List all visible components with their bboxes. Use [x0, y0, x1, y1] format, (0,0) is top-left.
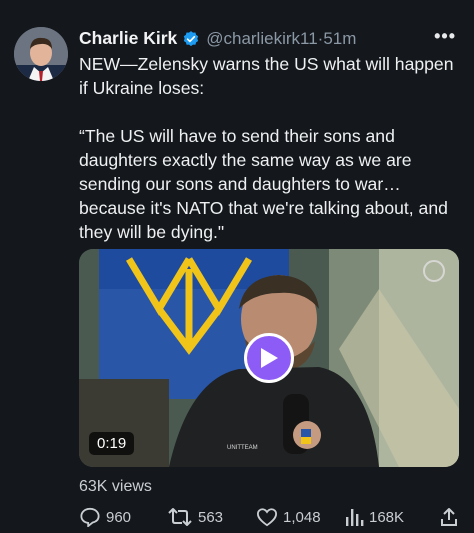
svg-text:UNITTEAM: UNITTEAM — [227, 445, 258, 451]
share-button[interactable] — [439, 507, 464, 527]
reply-count: 960 — [106, 508, 132, 526]
view-count: 63K views — [79, 478, 152, 495]
tweet-header: Charlie Kirk @charliekirk11 · 51m — [79, 28, 428, 49]
tweet-timestamp[interactable]: 51m — [323, 29, 356, 49]
avatar-image — [14, 27, 68, 81]
play-button[interactable] — [244, 333, 294, 383]
reply-button[interactable]: 960 — [79, 507, 131, 527]
bar-chart-icon — [346, 509, 364, 526]
like-count: 1,048 — [283, 508, 321, 526]
verified-badge-icon — [182, 30, 200, 48]
share-icon — [441, 508, 457, 526]
repost-button[interactable]: 563 — [167, 507, 223, 527]
avatar[interactable] — [14, 27, 68, 81]
action-bar: 960 563 1,048 168K — [79, 506, 459, 528]
play-icon — [261, 348, 278, 368]
analytics-button[interactable]: 168K — [344, 507, 404, 527]
like-button[interactable]: 1,048 — [256, 507, 321, 527]
more-options-button[interactable]: ••• — [434, 26, 456, 47]
video-duration: 0:19 — [89, 432, 135, 455]
tweet-line-headline: NEW—Zelensky warns the US what will happ… — [79, 54, 454, 98]
author-handle[interactable]: @charliekirk11 — [206, 29, 317, 49]
repost-icon — [168, 508, 192, 526]
author-name[interactable]: Charlie Kirk — [79, 28, 177, 49]
heart-icon — [256, 508, 278, 527]
video-player[interactable]: UNITTEAM 0:19 — [79, 249, 459, 467]
tweet-text: NEW—Zelensky warns the US what will happ… — [79, 52, 459, 244]
views-count: 168K — [369, 508, 405, 526]
repost-count: 563 — [198, 508, 224, 526]
tweet-card[interactable]: Charlie Kirk @charliekirk11 · 51m ••• NE… — [0, 0, 474, 533]
reply-icon — [80, 507, 100, 527]
tweet-line-quote: “The US will have to send their sons and… — [79, 126, 448, 242]
